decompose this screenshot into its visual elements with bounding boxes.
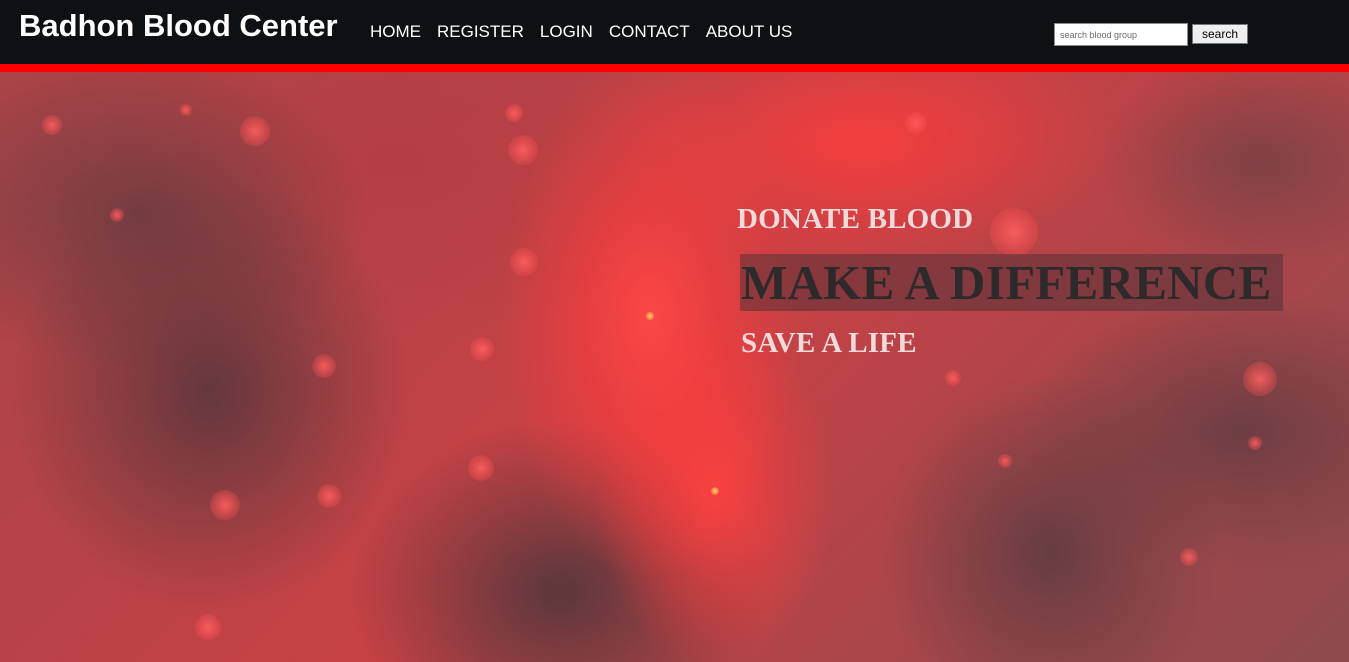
blood-cell-dot	[505, 104, 523, 122]
hero-headline-difference: MAKE A DIFFERENCE	[740, 254, 1283, 311]
nav-link-home[interactable]: HOME	[370, 22, 421, 42]
blood-cell-dot	[42, 115, 62, 135]
site-brand[interactable]: Badhon Blood Center	[19, 8, 338, 44]
hero-banner: DONATE BLOOD MAKE A DIFFERENCE SAVE A LI…	[0, 72, 1349, 662]
nav-link-register[interactable]: REGISTER	[437, 22, 524, 42]
blood-cell-dot	[312, 354, 336, 378]
blood-cell-dot	[510, 248, 538, 276]
blood-cell-dot	[468, 455, 494, 481]
blood-cell-dot	[905, 112, 927, 134]
top-navbar: Badhon Blood Center HOME REGISTER LOGIN …	[0, 0, 1349, 64]
blood-cell-dot	[998, 454, 1012, 468]
nav-link-about-us[interactable]: ABOUT US	[706, 22, 793, 42]
main-nav: HOME REGISTER LOGIN CONTACT ABOUT US	[370, 22, 808, 42]
light-glint	[646, 312, 654, 320]
nav-link-contact[interactable]: CONTACT	[609, 22, 690, 42]
header-accent-rule	[0, 64, 1349, 72]
nav-link-login[interactable]: LOGIN	[540, 22, 593, 42]
blood-cell-dot	[508, 135, 538, 165]
search-button[interactable]: search	[1192, 24, 1248, 44]
blood-cell-dot	[1248, 436, 1262, 450]
blood-cell-dot	[195, 614, 221, 640]
blood-cell-dot	[317, 484, 341, 508]
hero-headline-donate: DONATE BLOOD	[737, 203, 974, 235]
light-glint	[711, 487, 719, 495]
blood-cell-dot	[240, 116, 270, 146]
blood-cell-dot	[1180, 548, 1198, 566]
blood-cell-dot	[180, 104, 192, 116]
blood-cell-dot	[210, 490, 240, 520]
search-blood-group-input[interactable]	[1054, 23, 1188, 46]
blood-cell-dot	[945, 370, 961, 386]
hero-headline-save: SAVE A LIFE	[741, 327, 917, 359]
blood-cell-dot	[110, 208, 124, 222]
blood-cell-dot	[1243, 362, 1277, 396]
blood-cell-dot	[990, 208, 1038, 256]
blood-cell-dot	[470, 337, 494, 361]
